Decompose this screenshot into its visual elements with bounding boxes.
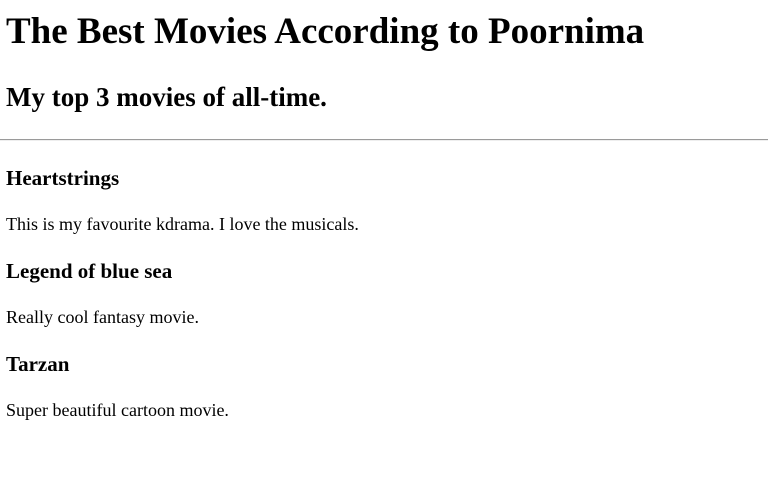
movie-entry: Tarzan Super beautiful cartoon movie. [6,351,768,421]
page-content: The Best Movies According to Poornima My… [0,10,768,421]
movie-description: Super beautiful cartoon movie. [6,400,229,420]
movie-description: This is my favourite kdrama. I love the … [6,214,359,234]
divider [0,139,768,141]
movie-title: Tarzan [6,352,70,376]
movie-description: Really cool fantasy movie. [6,307,199,327]
movie-title: Legend of blue sea [6,259,173,283]
movie-entry: Legend of blue sea Really cool fantasy m… [6,258,768,328]
page-title: The Best Movies According to Poornima [6,11,645,52]
page-subtitle: My top 3 movies of all-time. [6,82,327,112]
movie-entry: Heartstrings This is my favourite kdrama… [6,165,768,235]
movie-title: Heartstrings [6,166,120,190]
